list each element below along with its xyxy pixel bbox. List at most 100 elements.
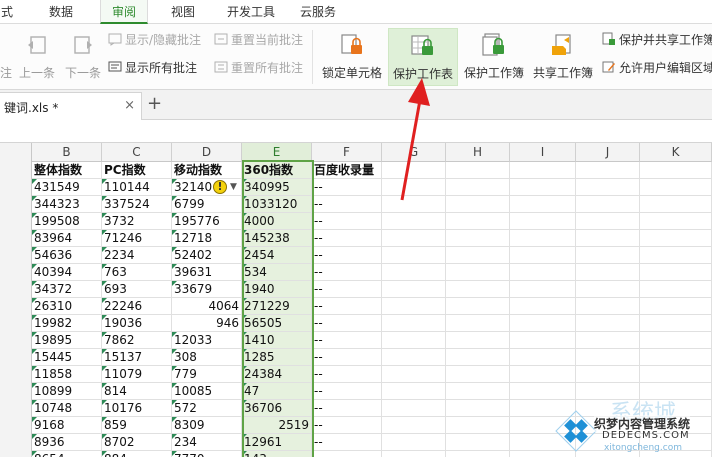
column-header-k[interactable]: K — [640, 143, 712, 162]
empty-cell[interactable] — [446, 162, 510, 179]
column-header-h[interactable]: H — [446, 143, 510, 162]
header-cell[interactable]: 360指数 — [242, 162, 312, 179]
table-cell[interactable]: 693 — [102, 281, 172, 298]
table-cell[interactable]: 337524 — [102, 196, 172, 213]
table-cell[interactable]: 11858 — [32, 366, 102, 383]
empty-cell[interactable] — [576, 230, 640, 247]
table-cell[interactable]: 10085 — [172, 383, 242, 400]
empty-cell[interactable] — [640, 230, 712, 247]
table-cell[interactable]: 884 — [102, 451, 172, 457]
empty-cell[interactable] — [382, 451, 446, 457]
table-cell[interactable]: 33679 — [172, 281, 242, 298]
table-cell[interactable]: 8936 — [32, 434, 102, 451]
table-cell[interactable]: -- — [312, 264, 382, 281]
empty-cell[interactable] — [640, 213, 712, 230]
table-cell[interactable]: 47 — [242, 383, 312, 400]
tab-formula[interactable]: 式 — [0, 0, 14, 24]
empty-cell[interactable] — [382, 332, 446, 349]
table-cell[interactable]: 71246 — [102, 230, 172, 247]
table-cell[interactable]: 145238 — [242, 230, 312, 247]
table-cell[interactable]: 2519 — [242, 417, 312, 434]
empty-cell[interactable] — [382, 417, 446, 434]
table-cell[interactable]: 40394 — [32, 264, 102, 281]
empty-cell[interactable] — [576, 332, 640, 349]
table-cell[interactable]: 344323 — [32, 196, 102, 213]
table-cell[interactable]: 52402 — [172, 247, 242, 264]
empty-cell[interactable] — [446, 366, 510, 383]
table-cell[interactable]: -- — [312, 434, 382, 451]
table-cell[interactable]: 15445 — [32, 349, 102, 366]
table-cell[interactable]: -- — [312, 213, 382, 230]
column-header-f[interactable]: F — [312, 143, 382, 162]
table-cell[interactable]: -- — [312, 417, 382, 434]
empty-cell[interactable] — [446, 349, 510, 366]
table-cell[interactable]: 1285 — [242, 349, 312, 366]
empty-cell[interactable] — [382, 315, 446, 332]
empty-cell[interactable] — [382, 213, 446, 230]
protect-and-share-button[interactable]: 保护并共享工作簿 — [602, 30, 712, 50]
empty-cell[interactable] — [576, 196, 640, 213]
table-cell[interactable]: 36706 — [242, 400, 312, 417]
empty-cell[interactable] — [382, 247, 446, 264]
empty-cell[interactable] — [510, 196, 576, 213]
empty-cell[interactable] — [576, 281, 640, 298]
empty-cell[interactable] — [576, 213, 640, 230]
empty-cell[interactable] — [446, 383, 510, 400]
table-cell[interactable]: 12033 — [172, 332, 242, 349]
empty-cell[interactable] — [640, 349, 712, 366]
empty-cell[interactable] — [382, 281, 446, 298]
allow-edit-ranges-button[interactable]: 允许用户编辑区域 — [602, 58, 712, 78]
prev-fragment-button[interactable]: 注 — [0, 28, 12, 86]
table-cell[interactable]: 34372 — [32, 281, 102, 298]
column-header-e[interactable]: E — [242, 143, 312, 162]
empty-cell[interactable] — [640, 315, 712, 332]
tab-view[interactable]: 视图 — [162, 0, 204, 24]
table-cell[interactable]: 1033120 — [242, 196, 312, 213]
table-cell[interactable]: 271229 — [242, 298, 312, 315]
column-header-d[interactable]: D — [172, 143, 242, 162]
column-header-j[interactable]: J — [576, 143, 640, 162]
table-cell[interactable]: 10748 — [32, 400, 102, 417]
empty-cell[interactable] — [446, 213, 510, 230]
empty-cell[interactable] — [640, 264, 712, 281]
empty-cell[interactable] — [510, 247, 576, 264]
table-cell[interactable]: 54636 — [32, 247, 102, 264]
column-header-c[interactable]: C — [102, 143, 172, 162]
empty-cell[interactable] — [576, 366, 640, 383]
table-cell[interactable]: 8654 — [32, 451, 102, 457]
table-cell[interactable]: 431549 — [32, 179, 102, 196]
table-cell[interactable]: -- — [312, 298, 382, 315]
empty-cell[interactable] — [446, 451, 510, 457]
empty-cell[interactable] — [446, 298, 510, 315]
table-cell[interactable]: 12961 — [242, 434, 312, 451]
protect-sheet-button[interactable]: 保护工作表 — [388, 28, 458, 86]
empty-cell[interactable] — [510, 349, 576, 366]
column-header-g[interactable]: G — [382, 143, 446, 162]
empty-cell[interactable] — [576, 349, 640, 366]
tab-developer[interactable]: 开发工具 — [220, 0, 282, 24]
empty-cell[interactable] — [576, 162, 640, 179]
table-cell[interactable]: 26310 — [32, 298, 102, 315]
empty-cell[interactable] — [382, 349, 446, 366]
table-cell[interactable]: 1410 — [242, 332, 312, 349]
table-cell[interactable]: -- — [312, 281, 382, 298]
empty-cell[interactable] — [446, 315, 510, 332]
empty-cell[interactable] — [382, 298, 446, 315]
table-cell[interactable]: 12718 — [172, 230, 242, 247]
column-header-b[interactable]: B — [32, 143, 102, 162]
table-cell[interactable]: -- — [312, 451, 382, 457]
table-cell[interactable]: 8309 — [172, 417, 242, 434]
table-cell[interactable]: 6799 — [172, 196, 242, 213]
empty-cell[interactable] — [446, 434, 510, 451]
lock-cell-button[interactable]: 锁定单元格 — [318, 28, 386, 86]
warning-dropdown-caret[interactable]: ▼ — [230, 182, 237, 192]
empty-cell[interactable] — [382, 179, 446, 196]
empty-cell[interactable] — [510, 332, 576, 349]
table-cell[interactable]: 814 — [102, 383, 172, 400]
empty-cell[interactable] — [576, 315, 640, 332]
empty-cell[interactable] — [510, 315, 576, 332]
table-cell[interactable]: 8702 — [102, 434, 172, 451]
table-cell[interactable]: 10176 — [102, 400, 172, 417]
table-cell[interactable]: 572 — [172, 400, 242, 417]
empty-cell[interactable] — [640, 196, 712, 213]
